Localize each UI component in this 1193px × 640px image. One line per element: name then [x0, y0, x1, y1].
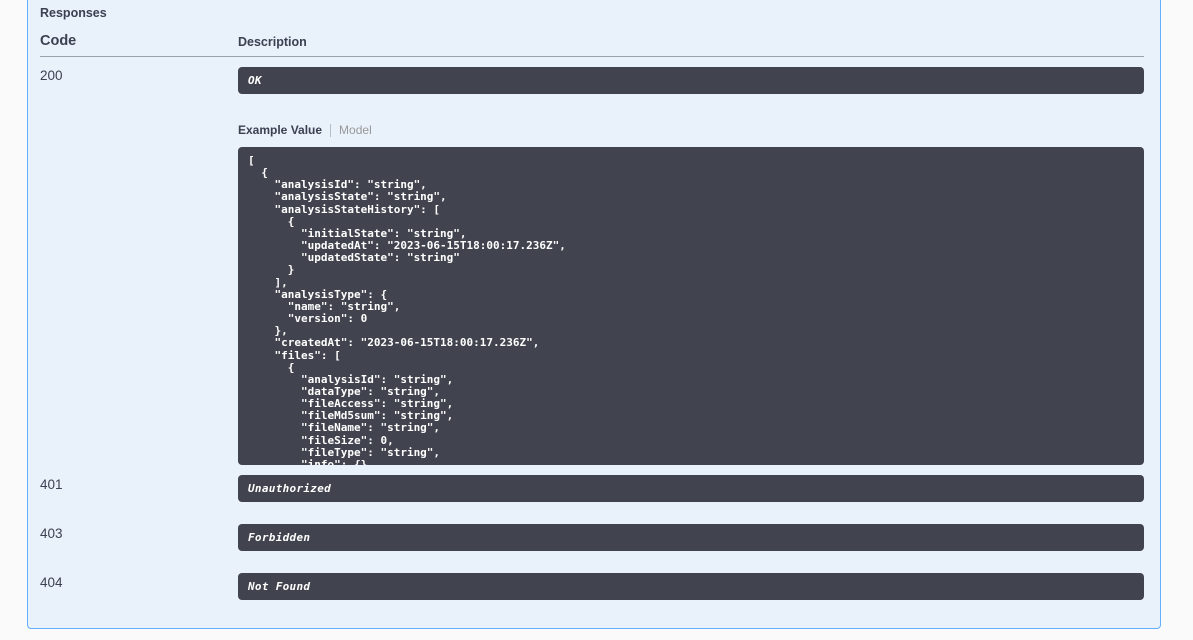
response-description-404-text: Not Found	[248, 580, 311, 593]
response-code-200: 200	[40, 68, 63, 83]
response-description-200: OK	[238, 67, 1144, 94]
response-description-200-text: OK	[248, 74, 262, 87]
response-description-403-text: Forbidden	[248, 531, 311, 544]
response-description-403: Forbidden	[238, 524, 1144, 551]
example-json-code: [ { "analysisId": "string", "analysisSta…	[248, 154, 566, 465]
example-model-tabs: Example Value Model	[238, 124, 380, 137]
response-description-404: Not Found	[238, 573, 1144, 600]
description-column-header: Description	[238, 35, 307, 49]
response-description-401-text: Unauthorized	[248, 482, 332, 495]
response-description-401: Unauthorized	[238, 475, 1144, 502]
swagger-responses-screen: Responses Code Description 200 OK Exampl…	[0, 0, 1193, 640]
code-column-header: Code	[40, 33, 77, 49]
tab-model[interactable]: Model	[331, 124, 380, 137]
response-code-404: 404	[40, 575, 63, 590]
tab-example-value[interactable]: Example Value	[238, 124, 332, 137]
example-value-code-block[interactable]: [ { "analysisId": "string", "analysisSta…	[238, 147, 1144, 465]
response-code-401: 401	[40, 477, 63, 492]
table-header-divider	[40, 56, 1144, 57]
responses-section-title: Responses	[40, 6, 107, 20]
response-code-403: 403	[40, 526, 63, 541]
